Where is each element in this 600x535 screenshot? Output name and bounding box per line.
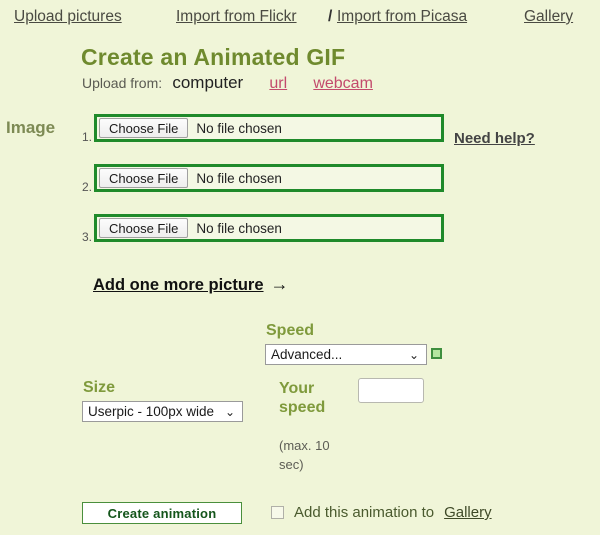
size-select[interactable]: Userpic - 100px wide ⌄ — [82, 401, 243, 422]
file-input-2[interactable]: Choose File No file chosen — [94, 164, 444, 192]
nav-separator: / — [328, 8, 333, 25]
nav-link-gallery[interactable]: Gallery — [524, 8, 573, 26]
file-status-1: No file chosen — [196, 120, 282, 136]
create-animation-button[interactable]: Create animation — [82, 502, 242, 524]
file-row-number: 1. — [81, 130, 92, 144]
add-one-more-picture-link[interactable]: Add one more picture → — [93, 274, 289, 295]
nav-link-import-from-picasa[interactable]: Import from Picasa — [337, 8, 467, 26]
choose-file-button-3[interactable]: Choose File — [99, 218, 189, 238]
speed-selected-value: Advanced... — [271, 347, 343, 362]
image-section-label: Image — [6, 118, 56, 137]
page-title: Create an Animated GIF — [81, 44, 346, 70]
file-row-number: 2. — [81, 180, 92, 194]
add-to-gallery-label: Add this animation to — [294, 504, 435, 521]
size-label: Size — [83, 379, 116, 396]
your-speed-note: (max. 10 sec) — [279, 438, 330, 472]
your-speed-input[interactable] — [358, 378, 424, 403]
speed-select[interactable]: Advanced... ⌄ — [265, 344, 427, 365]
size-selected-value: Userpic - 100px wide — [88, 404, 215, 419]
choose-file-button-1[interactable]: Choose File — [99, 118, 189, 138]
upload-source-url[interactable]: url — [269, 75, 287, 92]
choose-file-button-2[interactable]: Choose File — [99, 168, 189, 188]
need-help-link[interactable]: Need help? — [454, 130, 535, 147]
nav-link-import-from-flickr[interactable]: Import from Flickr — [176, 8, 297, 26]
add-to-gallery-row: Add this animation to Gallery — [271, 504, 492, 521]
file-input-3[interactable]: Choose File No file chosen — [94, 214, 444, 242]
file-status-2: No file chosen — [196, 170, 282, 186]
green-color-swatch-icon[interactable] — [431, 348, 442, 359]
speed-label: Speed — [266, 322, 315, 339]
upload-from-label: Upload from: — [82, 75, 163, 91]
file-row-number: 3. — [81, 230, 92, 244]
file-status-3: No file chosen — [196, 220, 282, 236]
add-more-label: Add one more picture — [93, 276, 264, 294]
nav-link-upload-pictures[interactable]: Upload pictures — [14, 8, 122, 26]
your-speed-label: Your speed — [279, 380, 326, 416]
file-input-1[interactable]: Choose File No file chosen — [94, 114, 444, 142]
arrow-right-icon: → — [270, 274, 289, 294]
add-to-gallery-checkbox[interactable] — [271, 506, 284, 519]
chevron-down-icon: ⌄ — [408, 348, 419, 362]
upload-source-webcam[interactable]: webcam — [313, 75, 373, 92]
gallery-link[interactable]: Gallery — [444, 504, 492, 521]
top-navigation: Upload pictures Import from Flickr / Imp… — [0, 6, 600, 32]
upload-source-row: Upload from: computer url webcam — [82, 73, 373, 95]
chevron-down-icon: ⌄ — [224, 405, 235, 419]
upload-source-computer[interactable]: computer — [172, 73, 243, 92]
